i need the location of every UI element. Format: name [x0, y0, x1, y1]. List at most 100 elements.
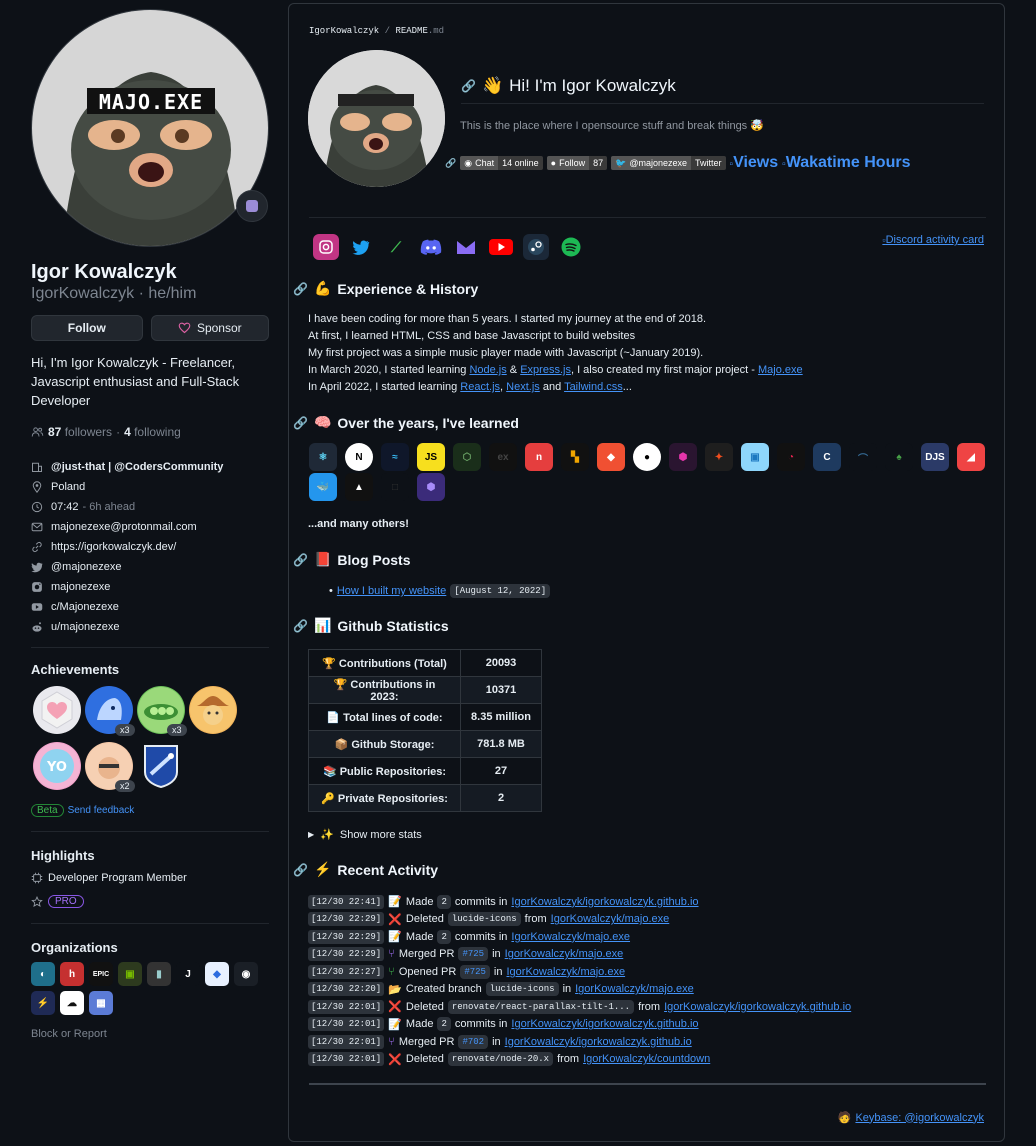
- views-image-link[interactable]: ▫Views: [730, 154, 779, 172]
- profile-details: @just-that | @CodersCommunity Poland 07:…: [31, 457, 269, 637]
- activity-repo-link[interactable]: IgorKowalczyk/igorkowalczyk.github.io: [511, 896, 698, 908]
- org-avatar[interactable]: ⚡: [31, 991, 55, 1015]
- activity-connector: in: [492, 1035, 501, 1048]
- achievement-cowboy-badge[interactable]: [189, 686, 237, 734]
- spotify-icon[interactable]: [558, 234, 584, 260]
- activity-repo-link[interactable]: IgorKowalczyk/majo.exe: [505, 948, 624, 960]
- mysql-icon: ⌒: [849, 443, 877, 471]
- program-label[interactable]: Developer Program Member: [48, 872, 187, 884]
- activity-timestamp: [12/30 22:29]: [308, 947, 385, 962]
- youtube-row: c/Majonezexe: [31, 597, 269, 617]
- blog-post-link[interactable]: How I built my website: [337, 585, 446, 597]
- org-avatar[interactable]: ▣: [118, 962, 142, 986]
- discord-activity-card-link[interactable]: ▫Discord activity card: [882, 234, 984, 246]
- sponsor-button[interactable]: Sponsor: [150, 315, 269, 341]
- activity-repo-link[interactable]: IgorKowalczyk/igorkowalczyk.github.io: [505, 1036, 692, 1048]
- anchor-link-icon[interactable]: 🔗: [461, 79, 476, 93]
- show-more-stats-toggle[interactable]: ▶ ✨ Show more stats: [308, 828, 422, 842]
- csharp-icon: C: [813, 443, 841, 471]
- achievements-feedback: Beta Send feedback: [31, 804, 134, 817]
- achievement-starstruck-badge[interactable]: [141, 744, 181, 789]
- activity-repo-link[interactable]: IgorKowalczyk/majo.exe: [506, 966, 625, 978]
- activity-row: [12/30 22:20] 📂 Created branch lucide-icons…: [308, 981, 988, 999]
- javascript-icon: JS: [417, 443, 445, 471]
- send-feedback-link[interactable]: Send feedback: [68, 805, 135, 816]
- anchor-link-icon[interactable]: 🔗: [293, 282, 308, 296]
- replit-icon[interactable]: ⟋: [383, 234, 409, 260]
- blog-item: • How I built my website [August 12, 202…: [329, 584, 551, 598]
- achievement-yolo-badge[interactable]: YO: [33, 742, 81, 790]
- discord-chat-shield[interactable]: ◉ Chat 14 online: [460, 156, 543, 170]
- tailwind-link[interactable]: Tailwind.css: [564, 381, 623, 393]
- achievement-heart-badge[interactable]: [33, 686, 81, 734]
- activity-repo-link[interactable]: IgorKowalczyk/majo.exe: [511, 931, 630, 943]
- github-follow-shield[interactable]: ● Follow 87: [546, 156, 608, 170]
- activity-code[interactable]: #725: [458, 947, 489, 962]
- greeting: Hi! I'm Igor Kowalczyk: [509, 76, 676, 95]
- proton-mail-icon[interactable]: [453, 234, 479, 260]
- youtube-icon[interactable]: [488, 234, 514, 260]
- org-avatar[interactable]: ☁: [60, 991, 84, 1015]
- table-row: 🏆 Contributions in 2023: 10371: [308, 676, 542, 704]
- steam-icon[interactable]: [523, 234, 549, 260]
- org-avatar[interactable]: ◐: [31, 962, 55, 986]
- website-link[interactable]: https://igorkowalczyk.dev/: [51, 541, 176, 553]
- instagram-icon[interactable]: [313, 234, 339, 260]
- status-emoji-button[interactable]: [236, 190, 268, 222]
- following-link[interactable]: 4 following: [124, 425, 181, 439]
- reactjs-link[interactable]: React.js: [460, 381, 500, 393]
- activity-code[interactable]: #702: [458, 1034, 489, 1049]
- anchor-link-icon[interactable]: 🔗: [293, 863, 308, 877]
- activity-repo-link[interactable]: IgorKowalczyk/majo.exe: [575, 983, 694, 995]
- discord-icon[interactable]: [418, 234, 444, 260]
- company[interactable]: @just-that | @CodersCommunity: [51, 461, 223, 473]
- org-avatar[interactable]: ◆: [205, 962, 229, 986]
- breadcrumb-file[interactable]: README: [395, 26, 427, 36]
- nodejs-link[interactable]: Node.js: [469, 364, 506, 376]
- anchor-link-icon[interactable]: 🔗: [293, 416, 308, 430]
- avatar[interactable]: MAJO.EXE: [31, 9, 269, 247]
- org-avatar[interactable]: EPIC: [89, 962, 113, 986]
- activity-code[interactable]: #725: [460, 964, 490, 979]
- activity-repo-link[interactable]: IgorKowalczyk/majo.exe: [551, 913, 670, 925]
- email-row: majonezexe@protonmail.com: [31, 517, 269, 537]
- activity-repo-link[interactable]: IgorKowalczyk/countdown: [583, 1053, 710, 1065]
- reddit-link[interactable]: u/majonezexe: [51, 621, 120, 633]
- twitter-shield[interactable]: 🐦 @majonezexe Twitter: [611, 156, 726, 170]
- achievements-title[interactable]: Achievements: [31, 662, 119, 677]
- activity-repo-link[interactable]: IgorKowalczyk/igorkowalczyk.github.io: [511, 1018, 698, 1030]
- activity-repo-link[interactable]: IgorKowalczyk/igorkowalczyk.github.io: [664, 1001, 851, 1013]
- expressjs-link[interactable]: Express.js: [520, 364, 571, 376]
- email-link[interactable]: majonezexe@protonmail.com: [51, 521, 197, 533]
- keybase-link[interactable]: Keybase: @igorkowalczyk: [855, 1112, 984, 1124]
- activity-icon: 📝: [388, 896, 402, 909]
- anchor-link-icon[interactable]: 🔗: [293, 619, 308, 633]
- instagram-link[interactable]: majonezexe: [51, 581, 110, 593]
- follow-label: Follow: [67, 321, 106, 335]
- anchor-link-icon[interactable]: 🔗: [293, 553, 308, 567]
- block-report-link[interactable]: Block or Report: [31, 1028, 107, 1040]
- followers-count: 87: [48, 425, 62, 439]
- chart-icon: 📊: [313, 617, 332, 633]
- nextjs-link[interactable]: Next.js: [506, 381, 540, 393]
- org-avatar[interactable]: J: [176, 962, 200, 986]
- activity-verb: Opened PR: [398, 965, 457, 978]
- org-avatar[interactable]: ▮: [147, 962, 171, 986]
- majo-exe-link[interactable]: Majo.exe: [758, 364, 803, 376]
- highlight-pro: PRO: [31, 895, 84, 908]
- people-icon: [31, 427, 44, 437]
- follow-button[interactable]: Follow: [31, 315, 143, 341]
- anchor-link-icon[interactable]: 🔗: [445, 158, 456, 169]
- org-avatar[interactable]: ▦: [89, 991, 113, 1015]
- achievement-count: x2: [115, 780, 135, 792]
- org-avatar[interactable]: h: [60, 962, 84, 986]
- followers-link[interactable]: 87 followers: [48, 425, 112, 439]
- twitter-icon[interactable]: [348, 234, 374, 260]
- breadcrumb-user[interactable]: IgorKowalczyk: [309, 26, 379, 36]
- experience-text-segment: In March 2020, I started learning: [308, 364, 467, 376]
- wakatime-image-link[interactable]: ▫Wakatime Hours: [782, 154, 910, 172]
- org-avatar[interactable]: ◉: [234, 962, 258, 986]
- twitter-link[interactable]: @majonezexe: [51, 561, 121, 573]
- youtube-link[interactable]: c/Majonezexe: [51, 601, 119, 613]
- activity-timestamp: [12/30 22:27]: [308, 964, 385, 979]
